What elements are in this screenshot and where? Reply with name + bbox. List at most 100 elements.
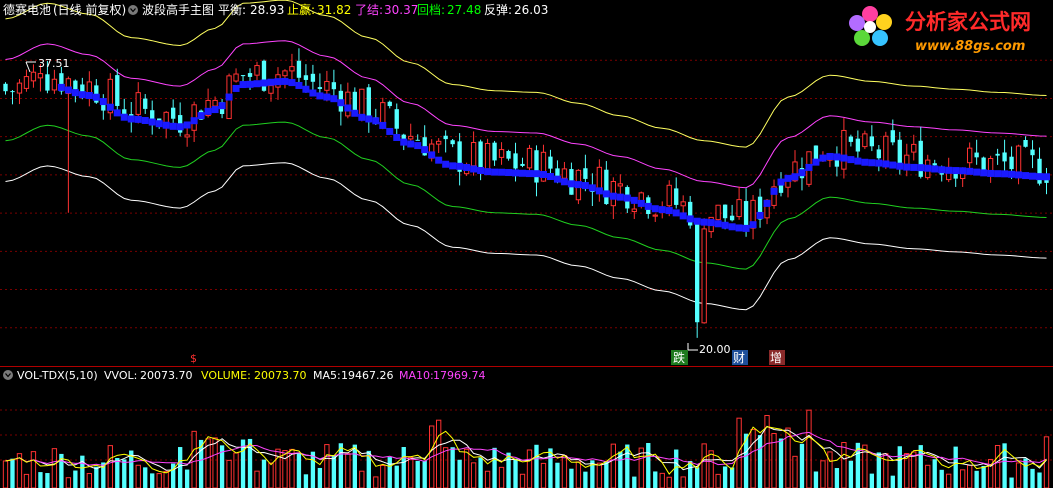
balance-dot bbox=[260, 79, 268, 87]
balance-dot bbox=[344, 104, 352, 112]
candle-body bbox=[212, 99, 218, 107]
balance-dot bbox=[861, 158, 869, 166]
flower-logo-icon bbox=[849, 6, 892, 46]
volume-bar bbox=[415, 461, 420, 488]
candle-body bbox=[345, 91, 351, 117]
volume-bar bbox=[506, 452, 511, 488]
volume-bar bbox=[45, 473, 50, 488]
balance-dot bbox=[57, 83, 65, 91]
balance-dot bbox=[903, 163, 911, 171]
balance-dot bbox=[812, 158, 820, 166]
balance-dot bbox=[470, 165, 478, 173]
balance-dot bbox=[1043, 173, 1051, 181]
balance-dot bbox=[253, 80, 261, 88]
event-marker-drop[interactable]: 跌 bbox=[673, 350, 685, 365]
balance-dot bbox=[896, 162, 904, 170]
volume-bar bbox=[23, 473, 30, 488]
candle-body bbox=[1009, 156, 1014, 170]
volume-bar bbox=[394, 465, 399, 488]
volume-bar bbox=[911, 451, 917, 488]
volume-bar bbox=[94, 466, 99, 488]
adjust-mode: (日线 前复权) bbox=[53, 2, 126, 17]
volume-bar bbox=[519, 473, 526, 488]
candle-body bbox=[680, 201, 686, 207]
balance-dot bbox=[651, 205, 659, 213]
candle-body bbox=[966, 147, 973, 164]
balance-dot bbox=[435, 156, 443, 164]
price-header: 德赛电池 (日线 前复权) 波段高手主图 平衡: 28.93 止赢: 31.82… bbox=[3, 2, 548, 17]
ma10-label: MA10: bbox=[399, 369, 434, 382]
take-profit-value: 31.82 bbox=[317, 3, 351, 17]
volume-dropdown-icon[interactable] bbox=[3, 370, 13, 380]
volume-bar bbox=[792, 455, 798, 488]
balance-dot bbox=[120, 113, 128, 121]
candle-body bbox=[359, 88, 365, 117]
event-marker-increase[interactable]: 增 bbox=[770, 351, 782, 365]
candle-body bbox=[604, 169, 609, 205]
balance-dot bbox=[924, 164, 932, 172]
vvol-value: 20073.70 bbox=[140, 369, 193, 382]
balance-dot bbox=[952, 167, 960, 175]
balance-dot bbox=[141, 116, 149, 124]
low-price-label: 20.00 bbox=[699, 343, 731, 356]
balance-dot bbox=[588, 184, 596, 192]
candle-body bbox=[974, 152, 979, 158]
balance-dot bbox=[770, 187, 778, 195]
volume-bar bbox=[373, 476, 379, 488]
close-out-value: 30.37 bbox=[384, 3, 418, 17]
volume-bar bbox=[925, 464, 931, 488]
balance-dot bbox=[358, 113, 366, 121]
balance-dot bbox=[302, 85, 310, 93]
candle-body bbox=[1015, 145, 1022, 176]
volume-bar bbox=[722, 466, 728, 488]
balance-dot bbox=[190, 117, 198, 125]
volume-bar bbox=[261, 459, 267, 488]
indicator-name[interactable]: 波段高手主图 bbox=[142, 2, 214, 17]
candle-body bbox=[317, 87, 323, 89]
indicator-dropdown-icon[interactable] bbox=[128, 5, 138, 15]
volume-bar bbox=[143, 467, 148, 488]
take-profit-label: 止赢: bbox=[287, 2, 315, 17]
balance-dot bbox=[365, 115, 373, 123]
balance-dot bbox=[491, 168, 499, 176]
volume-indicator-name[interactable]: VOL-TDX(5,10) bbox=[17, 369, 98, 382]
balance-dot bbox=[616, 193, 624, 201]
candle-body bbox=[247, 73, 253, 77]
balance-dot bbox=[868, 159, 876, 167]
volume-bar bbox=[688, 461, 693, 488]
volume-bar bbox=[596, 462, 603, 488]
volume-bar bbox=[848, 460, 854, 488]
candle-body bbox=[534, 150, 539, 183]
balance-dot bbox=[274, 78, 282, 86]
volume-bar bbox=[757, 435, 763, 488]
balance-dot bbox=[665, 207, 673, 215]
volume-bar bbox=[750, 429, 756, 488]
balance-dot bbox=[281, 77, 289, 85]
balance-dot bbox=[763, 199, 771, 207]
candle-body bbox=[408, 135, 414, 140]
candle-body bbox=[715, 204, 721, 221]
balance-dot bbox=[973, 168, 981, 176]
balance-dot bbox=[442, 160, 450, 168]
balance-dot bbox=[854, 157, 862, 165]
balance-dot bbox=[106, 103, 114, 111]
event-marker-dividend[interactable]: $ bbox=[190, 352, 197, 365]
volume-bar bbox=[135, 464, 141, 488]
volume-bar bbox=[855, 442, 861, 488]
volume-bar bbox=[575, 461, 582, 488]
volume-bar bbox=[450, 447, 455, 488]
volume-bar bbox=[548, 448, 553, 488]
balance-dot bbox=[742, 224, 750, 232]
balance-dot bbox=[693, 217, 701, 225]
balance-dot bbox=[169, 122, 177, 130]
event-marker-finance[interactable]: 财 bbox=[733, 351, 745, 365]
balance-dot bbox=[85, 91, 93, 99]
ma5-label: MA5: bbox=[313, 369, 341, 382]
price-grid bbox=[0, 59, 1053, 329]
balance-dot bbox=[379, 121, 387, 129]
balance-dot bbox=[414, 142, 422, 150]
candle-body bbox=[380, 102, 386, 124]
volume-bar bbox=[122, 459, 127, 488]
candle-body bbox=[478, 141, 483, 171]
candle-body bbox=[171, 107, 176, 119]
